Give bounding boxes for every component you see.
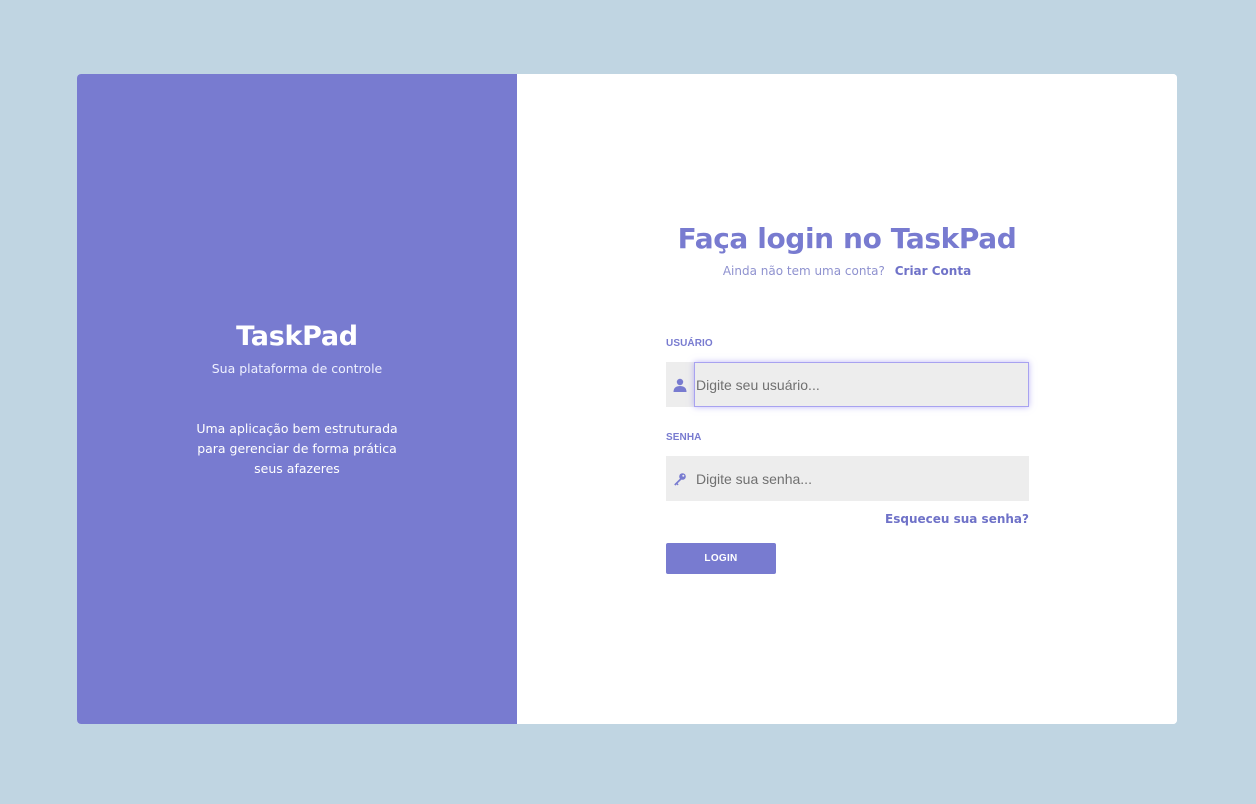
- signup-prompt: Ainda não tem uma conta?: [722, 264, 885, 278]
- username-input[interactable]: [694, 362, 1029, 407]
- brand-title: TaskPad: [236, 321, 358, 352]
- password-label: SENHA: [666, 432, 702, 443]
- username-label: USUÁRIO: [666, 338, 713, 349]
- brand-description: Uma aplicação bem estruturada para geren…: [196, 421, 398, 476]
- login-card: TaskPad Sua plataforma de controle Uma a…: [77, 74, 1177, 724]
- brand-panel: TaskPad Sua plataforma de controle Uma a…: [77, 74, 517, 724]
- password-input[interactable]: [694, 456, 1029, 501]
- login-title: Faça login no TaskPad: [677, 222, 1017, 255]
- user-icon: [666, 362, 694, 407]
- login-button[interactable]: LOGIN: [666, 543, 776, 574]
- forgot-password-row: Esqueceu sua senha?: [666, 512, 1029, 526]
- create-account-link[interactable]: Criar Conta: [895, 264, 971, 278]
- key-icon: [666, 456, 694, 501]
- password-input-group: [666, 456, 1029, 501]
- brand-subtitle: Sua plataforma de controle: [211, 361, 383, 376]
- username-input-group: [666, 362, 1029, 407]
- forgot-password-link[interactable]: Esqueceu sua senha?: [885, 512, 1029, 526]
- signup-line: Ainda não tem uma conta? Criar Conta: [517, 263, 1177, 279]
- login-form: USUÁRIO SENHA: [666, 338, 1029, 574]
- login-panel: Faça login no TaskPad Ainda não tem uma …: [517, 74, 1177, 724]
